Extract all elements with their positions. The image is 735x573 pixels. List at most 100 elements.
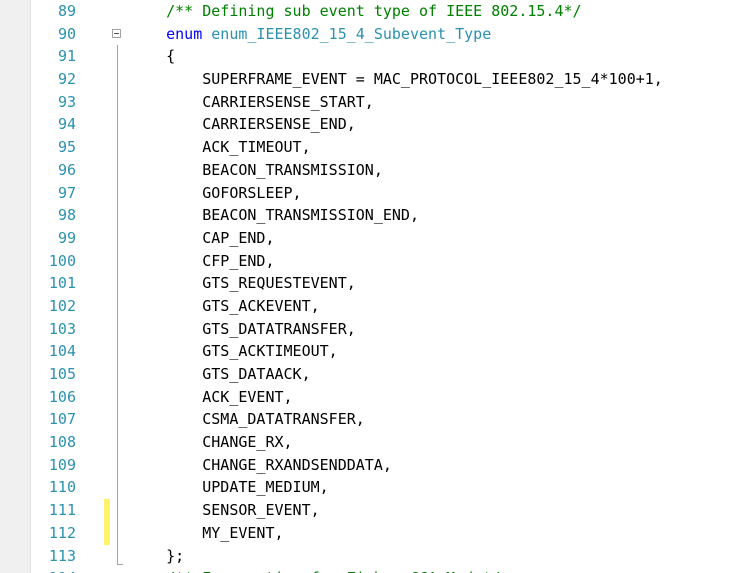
code-line[interactable]: 111 SENSOR_EVENT, (0, 499, 735, 522)
line-number: 113 (48, 546, 76, 565)
code-text: GTS_DATATRANSFER, (130, 318, 356, 341)
code-line[interactable]: 99 CAP_END, (0, 227, 735, 250)
statement-text: GOFORSLEEP, (202, 183, 302, 202)
code-text: SENSOR_EVENT, (130, 499, 320, 522)
code-line[interactable]: 89 /** Defining sub event type of IEEE 8… (0, 0, 735, 23)
code-text: enum enum_IEEE802_15_4_Subevent_Type (130, 23, 491, 46)
changed-line-marker (104, 521, 110, 545)
code-text: }; (130, 545, 184, 568)
line-number: 101 (48, 274, 76, 293)
line-number: 109 (48, 455, 76, 474)
code-line[interactable]: 107 CSMA_DATATRANSFER, (0, 408, 735, 431)
code-text: CHANGE_RX, (130, 431, 293, 454)
code-line[interactable]: 105 GTS_DATAACK, (0, 363, 735, 386)
code-text: BEACON_TRANSMISSION, (130, 159, 383, 182)
code-line[interactable]: 93 CARRIERSENSE_START, (0, 91, 735, 114)
code-text: /** Enumeration for Zigbee CCA Mode*/ (130, 567, 500, 573)
code-line[interactable]: 108 CHANGE_RX, (0, 431, 735, 454)
line-number: 103 (48, 319, 76, 338)
code-line[interactable]: 95 ACK_TIMEOUT, (0, 136, 735, 159)
code-line[interactable]: 92 SUPERFRAME_EVENT = MAC_PROTOCOL_IEEE8… (0, 68, 735, 91)
statement-text: CHANGE_RX, (202, 433, 293, 452)
code-text: CHANGE_RXANDSENDDATA, (130, 454, 392, 477)
keyword-text: enum (166, 24, 203, 43)
code-line[interactable]: 113 }; (0, 545, 735, 568)
code-text: CARRIERSENSE_END, (130, 113, 356, 136)
code-text: ACK_EVENT, (130, 386, 293, 409)
statement-text: { (166, 47, 176, 66)
statement-text: MY_EVENT, (202, 523, 284, 542)
code-line[interactable]: 94 CARRIERSENSE_END, (0, 113, 735, 136)
code-line[interactable]: 114 /** Enumeration for Zigbee CCA Mode*… (0, 567, 735, 573)
line-number: 102 (48, 296, 76, 315)
code-lines: 89 /** Defining sub event type of IEEE 8… (0, 0, 735, 573)
code-line[interactable]: 97 GOFORSLEEP, (0, 182, 735, 205)
code-line[interactable]: 112 MY_EVENT, (0, 521, 735, 545)
statement-text: CAP_END, (202, 228, 275, 247)
line-number: 92 (57, 70, 76, 89)
line-number: 107 (48, 410, 76, 429)
statement-text: SUPERFRAME_EVENT = MAC_PROTOCOL_IEEE802_… (202, 70, 663, 89)
code-line[interactable]: 102 GTS_ACKEVENT, (0, 295, 735, 318)
line-number: 91 (57, 47, 76, 66)
statement-text: }; (166, 546, 185, 565)
code-line[interactable]: 98 BEACON_TRANSMISSION_END, (0, 204, 735, 227)
code-line[interactable]: 91 { (0, 45, 735, 68)
code-editor[interactable]: 89 /** Defining sub event type of IEEE 8… (0, 0, 735, 573)
statement-text: GTS_ACKEVENT, (202, 296, 320, 315)
line-number: 95 (57, 138, 76, 157)
collapse-region-icon[interactable] (112, 28, 121, 38)
statement-text: GTS_DATATRANSFER, (202, 319, 356, 338)
statement-text: ACK_EVENT, (202, 387, 293, 406)
code-line[interactable]: 101 GTS_REQUESTEVENT, (0, 272, 735, 295)
changed-line-marker (104, 499, 110, 522)
code-line[interactable]: 106 ACK_EVENT, (0, 386, 735, 409)
code-text: GTS_REQUESTEVENT, (130, 272, 356, 295)
code-text: CSMA_DATATRANSFER, (130, 408, 365, 431)
line-number: 108 (48, 433, 76, 452)
code-line[interactable]: 104 GTS_ACKTIMEOUT, (0, 340, 735, 363)
statement-text: SENSOR_EVENT, (202, 501, 320, 520)
line-number: 105 (48, 365, 76, 383)
statement-text: GTS_ACKTIMEOUT, (202, 342, 338, 361)
code-line[interactable]: 109 CHANGE_RXANDSENDDATA, (0, 454, 735, 477)
statement-text: CSMA_DATATRANSFER, (202, 410, 365, 429)
code-text: /** Defining sub event type of IEEE 802.… (130, 0, 581, 23)
statement-text: CFP_END, (202, 251, 275, 270)
line-number: 112 (48, 523, 76, 542)
code-line[interactable]: 96 BEACON_TRANSMISSION, (0, 159, 735, 182)
code-text: GTS_ACKTIMEOUT, (130, 340, 338, 363)
code-line[interactable]: 100 CFP_END, (0, 250, 735, 273)
code-text: { (130, 45, 175, 68)
code-text: MY_EVENT, (130, 522, 284, 545)
code-text: CFP_END, (130, 250, 275, 273)
code-line[interactable]: 103 GTS_DATATRANSFER, (0, 318, 735, 341)
code-line[interactable]: 110 UPDATE_MEDIUM, (0, 476, 735, 499)
statement-text: GTS_REQUESTEVENT, (202, 274, 356, 293)
statement-text: CHANGE_RXANDSENDDATA, (202, 455, 392, 474)
code-line[interactable]: 90 enum enum_IEEE802_15_4_Subevent_Type (0, 23, 735, 46)
line-number: 111 (48, 501, 76, 520)
line-number: 99 (57, 228, 76, 247)
line-number: 90 (57, 24, 76, 43)
